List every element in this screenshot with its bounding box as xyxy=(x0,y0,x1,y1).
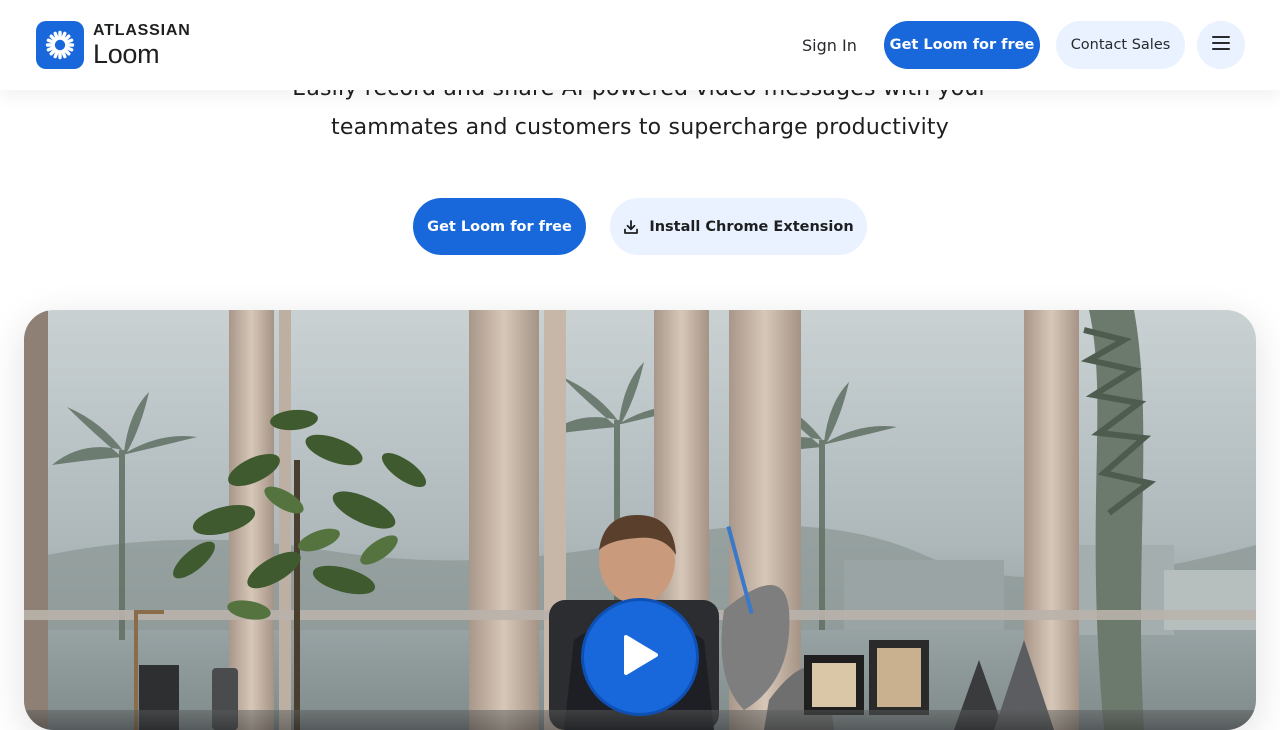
play-button[interactable] xyxy=(581,598,699,716)
hamburger-menu-icon xyxy=(1211,35,1231,55)
play-icon xyxy=(620,633,660,681)
install-chrome-extension-label: Install Chrome Extension xyxy=(649,218,854,235)
install-chrome-extension-button[interactable]: Install Chrome Extension xyxy=(610,198,867,255)
contact-sales-button[interactable]: Contact Sales xyxy=(1056,21,1185,69)
menu-button[interactable] xyxy=(1197,21,1245,69)
get-loom-header-button[interactable]: Get Loom for free xyxy=(884,21,1040,69)
logo-brand: ATLASSIAN xyxy=(93,21,191,39)
loom-asterisk-icon xyxy=(36,21,84,69)
hero-video[interactable] xyxy=(24,310,1256,730)
get-loom-hero-button[interactable]: Get Loom for free xyxy=(413,198,586,255)
atlassian-loom-logo[interactable]: ATLASSIAN Loom xyxy=(36,21,191,69)
sign-in-link[interactable]: Sign In xyxy=(788,28,871,62)
logo-product: Loom xyxy=(93,38,160,69)
logo-wordmark: ATLASSIAN Loom xyxy=(93,21,191,69)
site-header: ATLASSIAN Loom Sign In Get Loom for free… xyxy=(0,0,1280,90)
download-icon xyxy=(623,219,639,235)
hero-subtitle-line-2: teammates and customers to supercharge p… xyxy=(331,115,949,140)
